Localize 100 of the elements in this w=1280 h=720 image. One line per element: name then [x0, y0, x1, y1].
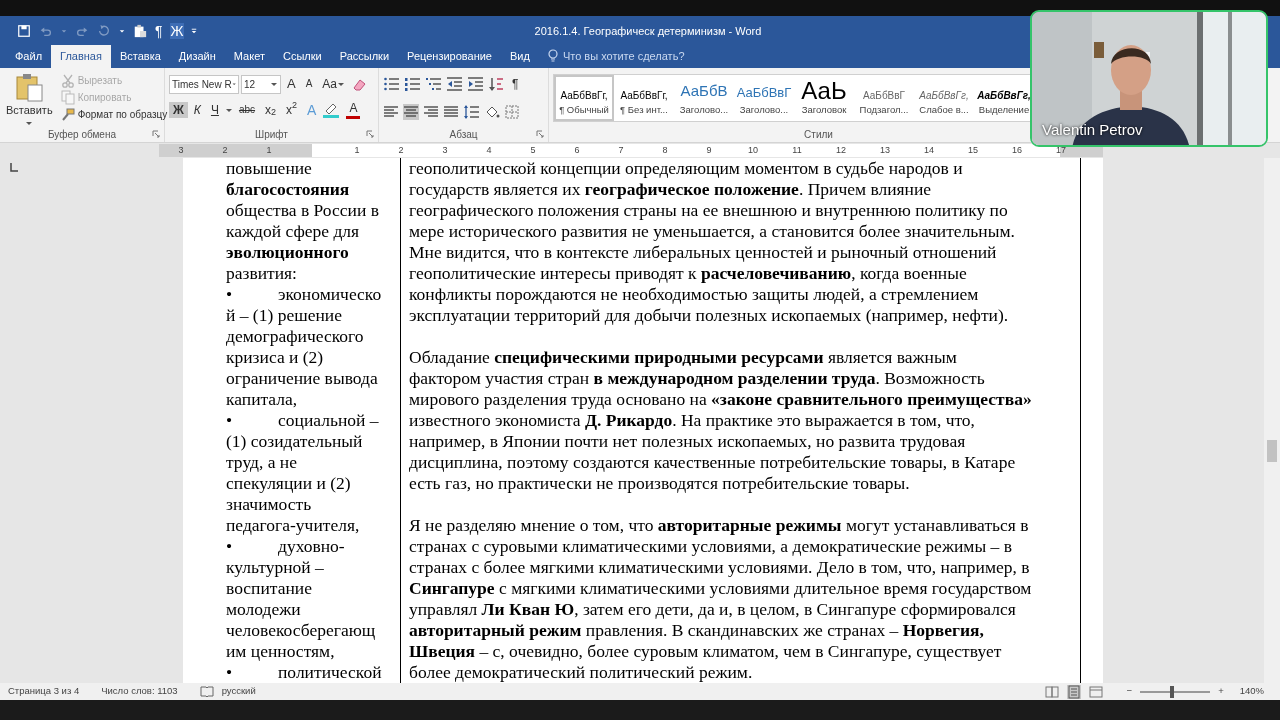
paragraph: Я не разделяю мнение о том, что авторитарные режимы могут устанавливаться в странах с суровыми климатическими условиями, а демократические режимы – в странах с более мягкими климатическими условиями. Дело в том, что, например, в Сингапуре с мягкими климатическими условиями длительное время государством управлял Ли Кван Ю, затем его дети, да и, в целом, в Сингапуре сформировался авторитарный режим правления. В скандинавских же странах – Норвегия, Швеция – с, очевидно, более суровым климатом, чем в Сингапуре, существует более демократический политический режим.: [409, 515, 1033, 683]
change-case-button[interactable]: Aa: [318, 75, 350, 93]
ruler-number: 11: [791, 144, 803, 157]
ruler-number: 6: [573, 144, 581, 157]
zoom-thumb[interactable]: [1170, 685, 1175, 698]
search-field[interactable]: Что вы хотите сделать?: [562, 47, 685, 64]
group-label: Стили: [804, 127, 833, 142]
show-marks-button[interactable]: ¶: [508, 75, 523, 93]
decrease-indent-icon[interactable]: [446, 76, 463, 92]
caret-icon: [270, 80, 278, 88]
ruler-number: 17: [1055, 144, 1067, 157]
print-layout-icon[interactable]: [1066, 684, 1081, 699]
format-button[interactable]: abc: [234, 103, 260, 117]
ruler-number: 2: [397, 144, 405, 157]
customize-icon[interactable]: [190, 27, 199, 35]
caret-icon[interactable]: [224, 106, 233, 114]
sort-icon[interactable]: [488, 76, 504, 92]
ruler-number: 10: [747, 144, 759, 157]
language-label[interactable]: русский: [221, 684, 256, 699]
dialog-launcher-icon[interactable]: [536, 130, 544, 138]
toolbar-button[interactable]: Ж: [169, 23, 185, 39]
ruler-number: 1: [353, 144, 361, 157]
font-name-field[interactable]: Times New R: [169, 74, 239, 94]
ribbon-tab[interactable]: Вставка: [110, 44, 170, 68]
paragraph: Обладание специфическими природными ресурсами является важным фактором участия стран в международном разделении труда. Возможность мирового разделения труда основано на «законе сравнительного преимущества» известного экономиста Д. Рикардо. На практике это выражается в том, что, например, в Японии почти нет полезных ископаемых, но развита трудовая дисциплина, поэтому создаются качественные потребительские товары, в Катаре есть газ, но практически не производятся потребительские товары.: [409, 347, 1033, 494]
font-size-field[interactable]: 12: [241, 74, 281, 94]
web-layout-icon[interactable]: [1088, 684, 1103, 699]
ruler-number: 1: [265, 144, 273, 157]
brush-icon: [60, 107, 75, 122]
multilevel-list-icon[interactable]: [425, 76, 442, 92]
increase-indent-icon[interactable]: [467, 76, 484, 92]
ruler-number: 16: [1011, 144, 1023, 157]
caret-icon: [231, 80, 236, 88]
ribbon-tab[interactable]: Ссылки: [273, 44, 331, 68]
paragraph: повышение благосостояния общества в России в каждой сфере для эволюционного развития:: [226, 158, 380, 284]
justify-icon[interactable]: [443, 104, 459, 120]
font-color-button[interactable]: A: [342, 100, 365, 120]
align-left-icon[interactable]: [383, 104, 399, 120]
ruler-number: 9: [705, 144, 713, 157]
scissors-icon: [60, 73, 75, 88]
format-button[interactable]: Ж: [169, 101, 188, 119]
shrink-font-button[interactable]: A: [301, 77, 317, 91]
ribbon-tab[interactable]: Дизайн: [169, 44, 225, 68]
toolbar-button[interactable]: ¶: [154, 23, 164, 39]
highlighter-icon[interactable]: [322, 101, 341, 119]
tab-stop-icon[interactable]: [8, 161, 20, 173]
ruler-number: 4: [485, 144, 493, 157]
dialog-launcher-icon[interactable]: [366, 130, 374, 138]
clipboard-icon: [14, 72, 45, 102]
ruler-number: 7: [617, 144, 625, 157]
bullet-list-icon[interactable]: [383, 76, 400, 92]
ruler-number: 5: [529, 144, 537, 157]
window-title: 2016.1.4. Географическ детерминизм - Word: [534, 23, 762, 39]
ruler-number: 15: [967, 144, 979, 157]
paste-button[interactable]: Вставить: [4, 72, 55, 127]
dialog-launcher-icon[interactable]: [152, 130, 160, 139]
zoom-level[interactable]: 140%: [1239, 684, 1264, 699]
ribbon-tab[interactable]: Рассылки: [330, 44, 399, 68]
lightbulb-icon: [546, 49, 559, 63]
ribbon-tab[interactable]: Макет: [224, 44, 274, 68]
clipboard-icon[interactable]: [132, 23, 148, 39]
ribbon-tab[interactable]: Рецензирование: [398, 44, 501, 68]
ruler-number: 12: [835, 144, 847, 157]
line-spacing-icon[interactable]: [463, 104, 480, 120]
align-center-icon[interactable]: [403, 104, 419, 120]
ruler-number: 3: [441, 144, 449, 157]
format-button[interactable]: К: [189, 101, 205, 119]
scrollbar[interactable]: [1264, 158, 1280, 683]
group-label: Буфер обмена: [48, 127, 116, 142]
caret-icon[interactable]: [118, 27, 126, 35]
scrollbar-thumb[interactable]: [1267, 440, 1277, 462]
ruler-number: 3: [177, 144, 185, 157]
caret-icon: [337, 80, 346, 88]
ribbon-tab[interactable]: Вид: [501, 44, 539, 68]
style-item[interactable]: АаБбВвГг, ¶ Обычный: [554, 75, 614, 121]
group-label: Абзац: [449, 127, 478, 142]
word-count[interactable]: Число слов: 1103: [101, 684, 178, 699]
ruler-number: 14: [923, 144, 935, 157]
ribbon-button[interactable]: Формат по образцу: [58, 106, 170, 123]
ribbon-tab[interactable]: Файл: [6, 44, 52, 68]
list-item: • политической: [226, 662, 383, 683]
align-right-icon[interactable]: [423, 104, 439, 120]
grow-font-button[interactable]: A: [283, 75, 300, 93]
copy-icon: [60, 90, 75, 105]
format-button[interactable]: x$_{2}$: [261, 101, 281, 119]
format-button[interactable]: Ч: [206, 101, 223, 119]
format-button[interactable]: x$^{2}$: [282, 101, 302, 119]
numbered-list-icon[interactable]: [404, 76, 421, 92]
ruler-number: 13: [879, 144, 891, 157]
page-count[interactable]: Страница 3 из 4: [8, 684, 80, 699]
read-mode-icon[interactable]: [1044, 684, 1059, 699]
ruler-number: 8: [661, 144, 669, 157]
zoom-out-button[interactable]: −: [1126, 684, 1133, 699]
book-icon[interactable]: [199, 685, 214, 698]
ribbon-tab[interactable]: Главная: [51, 44, 111, 68]
ruler-number: 2: [221, 144, 229, 157]
group-label: Шрифт: [255, 127, 288, 142]
paint-bucket-icon[interactable]: [484, 104, 500, 120]
save-icon[interactable]: [16, 23, 32, 39]
zoom-in-button[interactable]: +: [1218, 684, 1224, 699]
